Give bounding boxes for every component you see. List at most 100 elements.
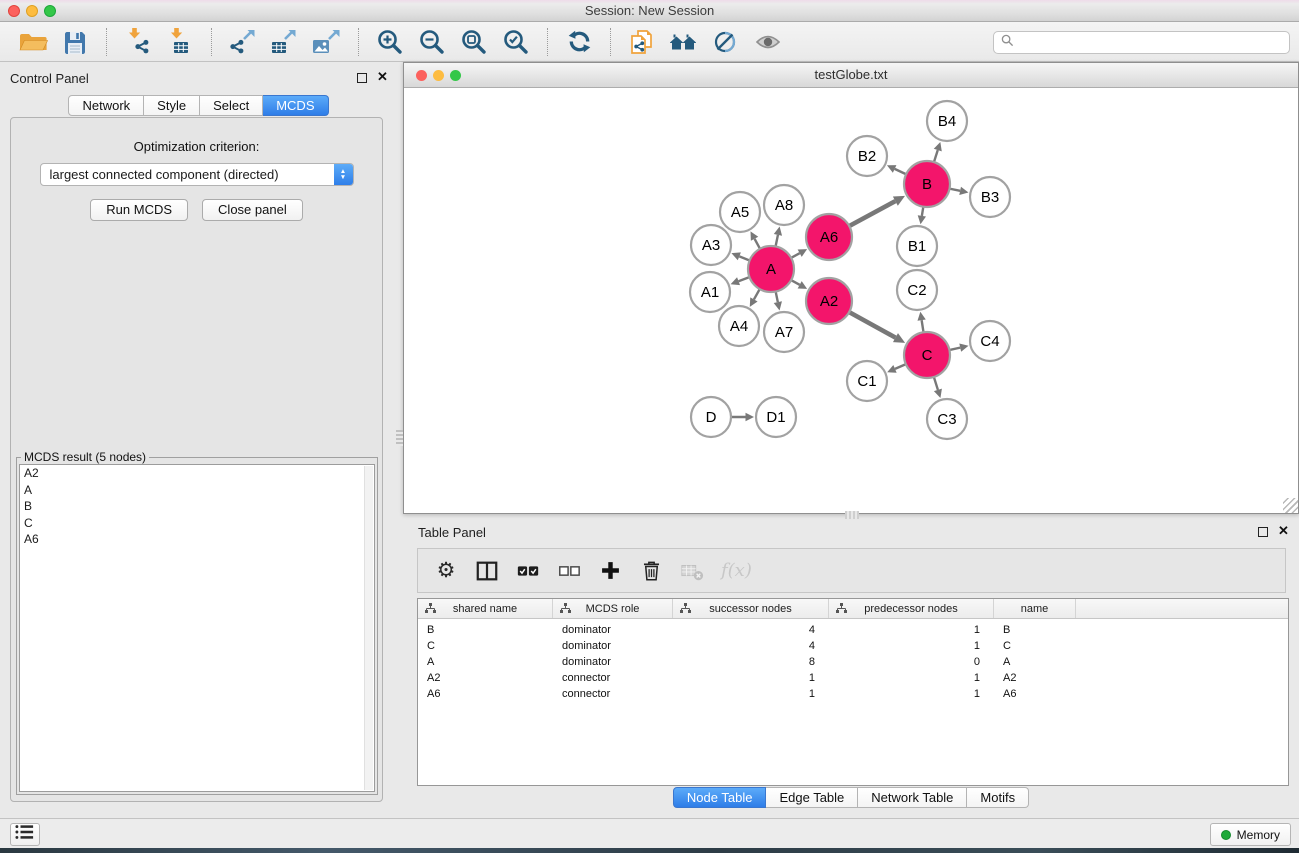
graph-node-B[interactable]: B bbox=[904, 161, 950, 207]
cell-shared-name: A bbox=[418, 656, 553, 668]
tab-network[interactable]: Network bbox=[68, 95, 144, 116]
import-network-icon[interactable] bbox=[121, 27, 155, 57]
save-session-icon[interactable] bbox=[58, 27, 92, 57]
tab-mcds[interactable]: MCDS bbox=[263, 95, 328, 116]
control-panel: Control Panel ✕ NetworkStyleSelectMCDS O… bbox=[0, 62, 397, 818]
result-scrollbar[interactable] bbox=[364, 466, 373, 790]
import-table-icon[interactable] bbox=[163, 27, 197, 57]
graph-node-A6[interactable]: A6 bbox=[806, 214, 852, 260]
table-row-C[interactable]: Cdominator41C bbox=[418, 638, 1288, 654]
close-panel-button[interactable]: Close panel bbox=[202, 199, 303, 221]
eye-slash-icon[interactable] bbox=[709, 27, 743, 57]
minimize-window-button[interactable] bbox=[26, 5, 38, 17]
graph-node-C[interactable]: C bbox=[904, 332, 950, 378]
network-canvas[interactable]: B4 B2 B B3 A5A8A6 B1 A3 A C2 A1 A2 A4 A7 C C4 C1 C3 D D1 bbox=[404, 88, 1298, 513]
column-header-name[interactable]: name bbox=[994, 599, 1076, 618]
network-minimize-button[interactable] bbox=[433, 70, 444, 81]
export-image-icon[interactable] bbox=[310, 27, 344, 57]
graph-node-label: C1 bbox=[857, 373, 876, 390]
column-header-shared-name[interactable]: shared name bbox=[418, 599, 553, 618]
network-window-titlebar[interactable]: testGlobe.txt bbox=[404, 63, 1298, 88]
run-mcds-button[interactable]: Run MCDS bbox=[90, 199, 188, 221]
control-panel-close-icon[interactable]: ✕ bbox=[377, 72, 388, 82]
table-panel-float-icon[interactable] bbox=[1258, 527, 1268, 537]
home-icon[interactable] bbox=[667, 27, 701, 57]
vertical-divider-grip[interactable] bbox=[396, 430, 403, 446]
graph-node-A4[interactable]: A4 bbox=[719, 306, 759, 346]
table-row-B[interactable]: Bdominator41B bbox=[418, 622, 1288, 638]
zoom-selected-icon[interactable] bbox=[499, 27, 533, 57]
table-row-A2[interactable]: A2connector11A2 bbox=[418, 670, 1288, 686]
graph-node-A2[interactable]: A2 bbox=[806, 278, 852, 324]
refresh-icon[interactable] bbox=[562, 27, 596, 57]
graph-node-B3[interactable]: B3 bbox=[970, 177, 1010, 217]
mcds-result-item[interactable]: A2 bbox=[20, 465, 374, 482]
graph-node-label: B bbox=[922, 176, 932, 193]
table-row-A[interactable]: Adominator80A bbox=[418, 654, 1288, 670]
table-panel-title: Table Panel bbox=[418, 525, 486, 540]
column-header-predecessor-nodes[interactable]: predecessor nodes bbox=[829, 599, 994, 618]
eye-icon[interactable] bbox=[751, 27, 785, 57]
graph-node-C3[interactable]: C3 bbox=[927, 399, 967, 439]
network-close-button[interactable] bbox=[416, 70, 427, 81]
graph-node-A7[interactable]: A7 bbox=[764, 312, 804, 352]
graph-node-B1[interactable]: B1 bbox=[897, 226, 937, 266]
table-panel-close-icon[interactable]: ✕ bbox=[1278, 526, 1289, 536]
graph-edge-A6-B[interactable] bbox=[847, 201, 895, 227]
horizontal-divider-grip[interactable] bbox=[845, 511, 859, 519]
column-header-MCDS-role[interactable]: MCDS role bbox=[553, 599, 673, 618]
column-header-successor-nodes[interactable]: successor nodes bbox=[673, 599, 829, 618]
tab-style[interactable]: Style bbox=[144, 95, 200, 116]
cell-MCDS-role: connector bbox=[553, 688, 673, 700]
criterion-dropdown[interactable]: largest connected component (directed) ▲… bbox=[40, 163, 354, 186]
mcds-result-item[interactable]: A6 bbox=[20, 531, 374, 548]
zoom-out-icon[interactable] bbox=[415, 27, 449, 57]
graph-node-D[interactable]: D bbox=[691, 397, 731, 437]
tab-select[interactable]: Select bbox=[200, 95, 263, 116]
cell-name: A2 bbox=[994, 672, 1076, 684]
tab-motifs[interactable]: Motifs bbox=[967, 787, 1029, 808]
graph-node-A8[interactable]: A8 bbox=[764, 185, 804, 225]
graph-node-A1[interactable]: A1 bbox=[690, 272, 730, 312]
search-input[interactable] bbox=[1014, 32, 1289, 53]
settings-icon[interactable]: ⚙ bbox=[434, 557, 458, 585]
graph-node-C1[interactable]: C1 bbox=[847, 361, 887, 401]
task-history-button[interactable] bbox=[10, 823, 40, 846]
graph-node-A3[interactable]: A3 bbox=[691, 225, 731, 265]
zoom-fit-icon[interactable] bbox=[457, 27, 491, 57]
zoom-in-icon[interactable] bbox=[373, 27, 407, 57]
tab-edge-table[interactable]: Edge Table bbox=[766, 787, 858, 808]
mcds-result-item[interactable]: A bbox=[20, 482, 374, 499]
memory-button[interactable]: Memory bbox=[1210, 823, 1291, 846]
close-window-button[interactable] bbox=[8, 5, 20, 17]
mcds-result-item[interactable]: B bbox=[20, 498, 374, 515]
graph-node-C2[interactable]: C2 bbox=[897, 270, 937, 310]
export-table-icon[interactable] bbox=[268, 27, 302, 57]
tab-network-table[interactable]: Network Table bbox=[858, 787, 967, 808]
graph-edge-A2-C[interactable] bbox=[847, 311, 895, 337]
graph-node-B4[interactable]: B4 bbox=[927, 101, 967, 141]
search-box[interactable] bbox=[993, 31, 1290, 54]
select-all-icon[interactable] bbox=[516, 557, 540, 585]
tab-node-table[interactable]: Node Table bbox=[673, 787, 767, 808]
graph-node-A[interactable]: A bbox=[748, 246, 794, 292]
open-file-icon[interactable] bbox=[16, 27, 50, 57]
window-resize-grip[interactable] bbox=[1283, 498, 1298, 513]
export-network-icon[interactable] bbox=[226, 27, 260, 57]
control-panel-float-icon[interactable] bbox=[357, 73, 367, 83]
mcds-result-item[interactable]: C bbox=[20, 515, 374, 532]
network-maximize-button[interactable] bbox=[450, 70, 461, 81]
table-row-A6[interactable]: A6connector11A6 bbox=[418, 686, 1288, 702]
graph-node-label: B1 bbox=[908, 238, 926, 255]
graph-node-label: A7 bbox=[775, 324, 793, 341]
graph-node-A5[interactable]: A5 bbox=[720, 192, 760, 232]
graph-node-C4[interactable]: C4 bbox=[970, 321, 1010, 361]
add-icon[interactable] bbox=[598, 557, 622, 585]
trash-icon[interactable] bbox=[639, 557, 663, 585]
columns-icon[interactable] bbox=[475, 557, 499, 585]
maximize-window-button[interactable] bbox=[44, 5, 56, 17]
duplicate-network-icon[interactable] bbox=[625, 27, 659, 57]
unselect-all-icon[interactable] bbox=[557, 557, 581, 585]
graph-node-D1[interactable]: D1 bbox=[756, 397, 796, 437]
graph-node-B2[interactable]: B2 bbox=[847, 136, 887, 176]
